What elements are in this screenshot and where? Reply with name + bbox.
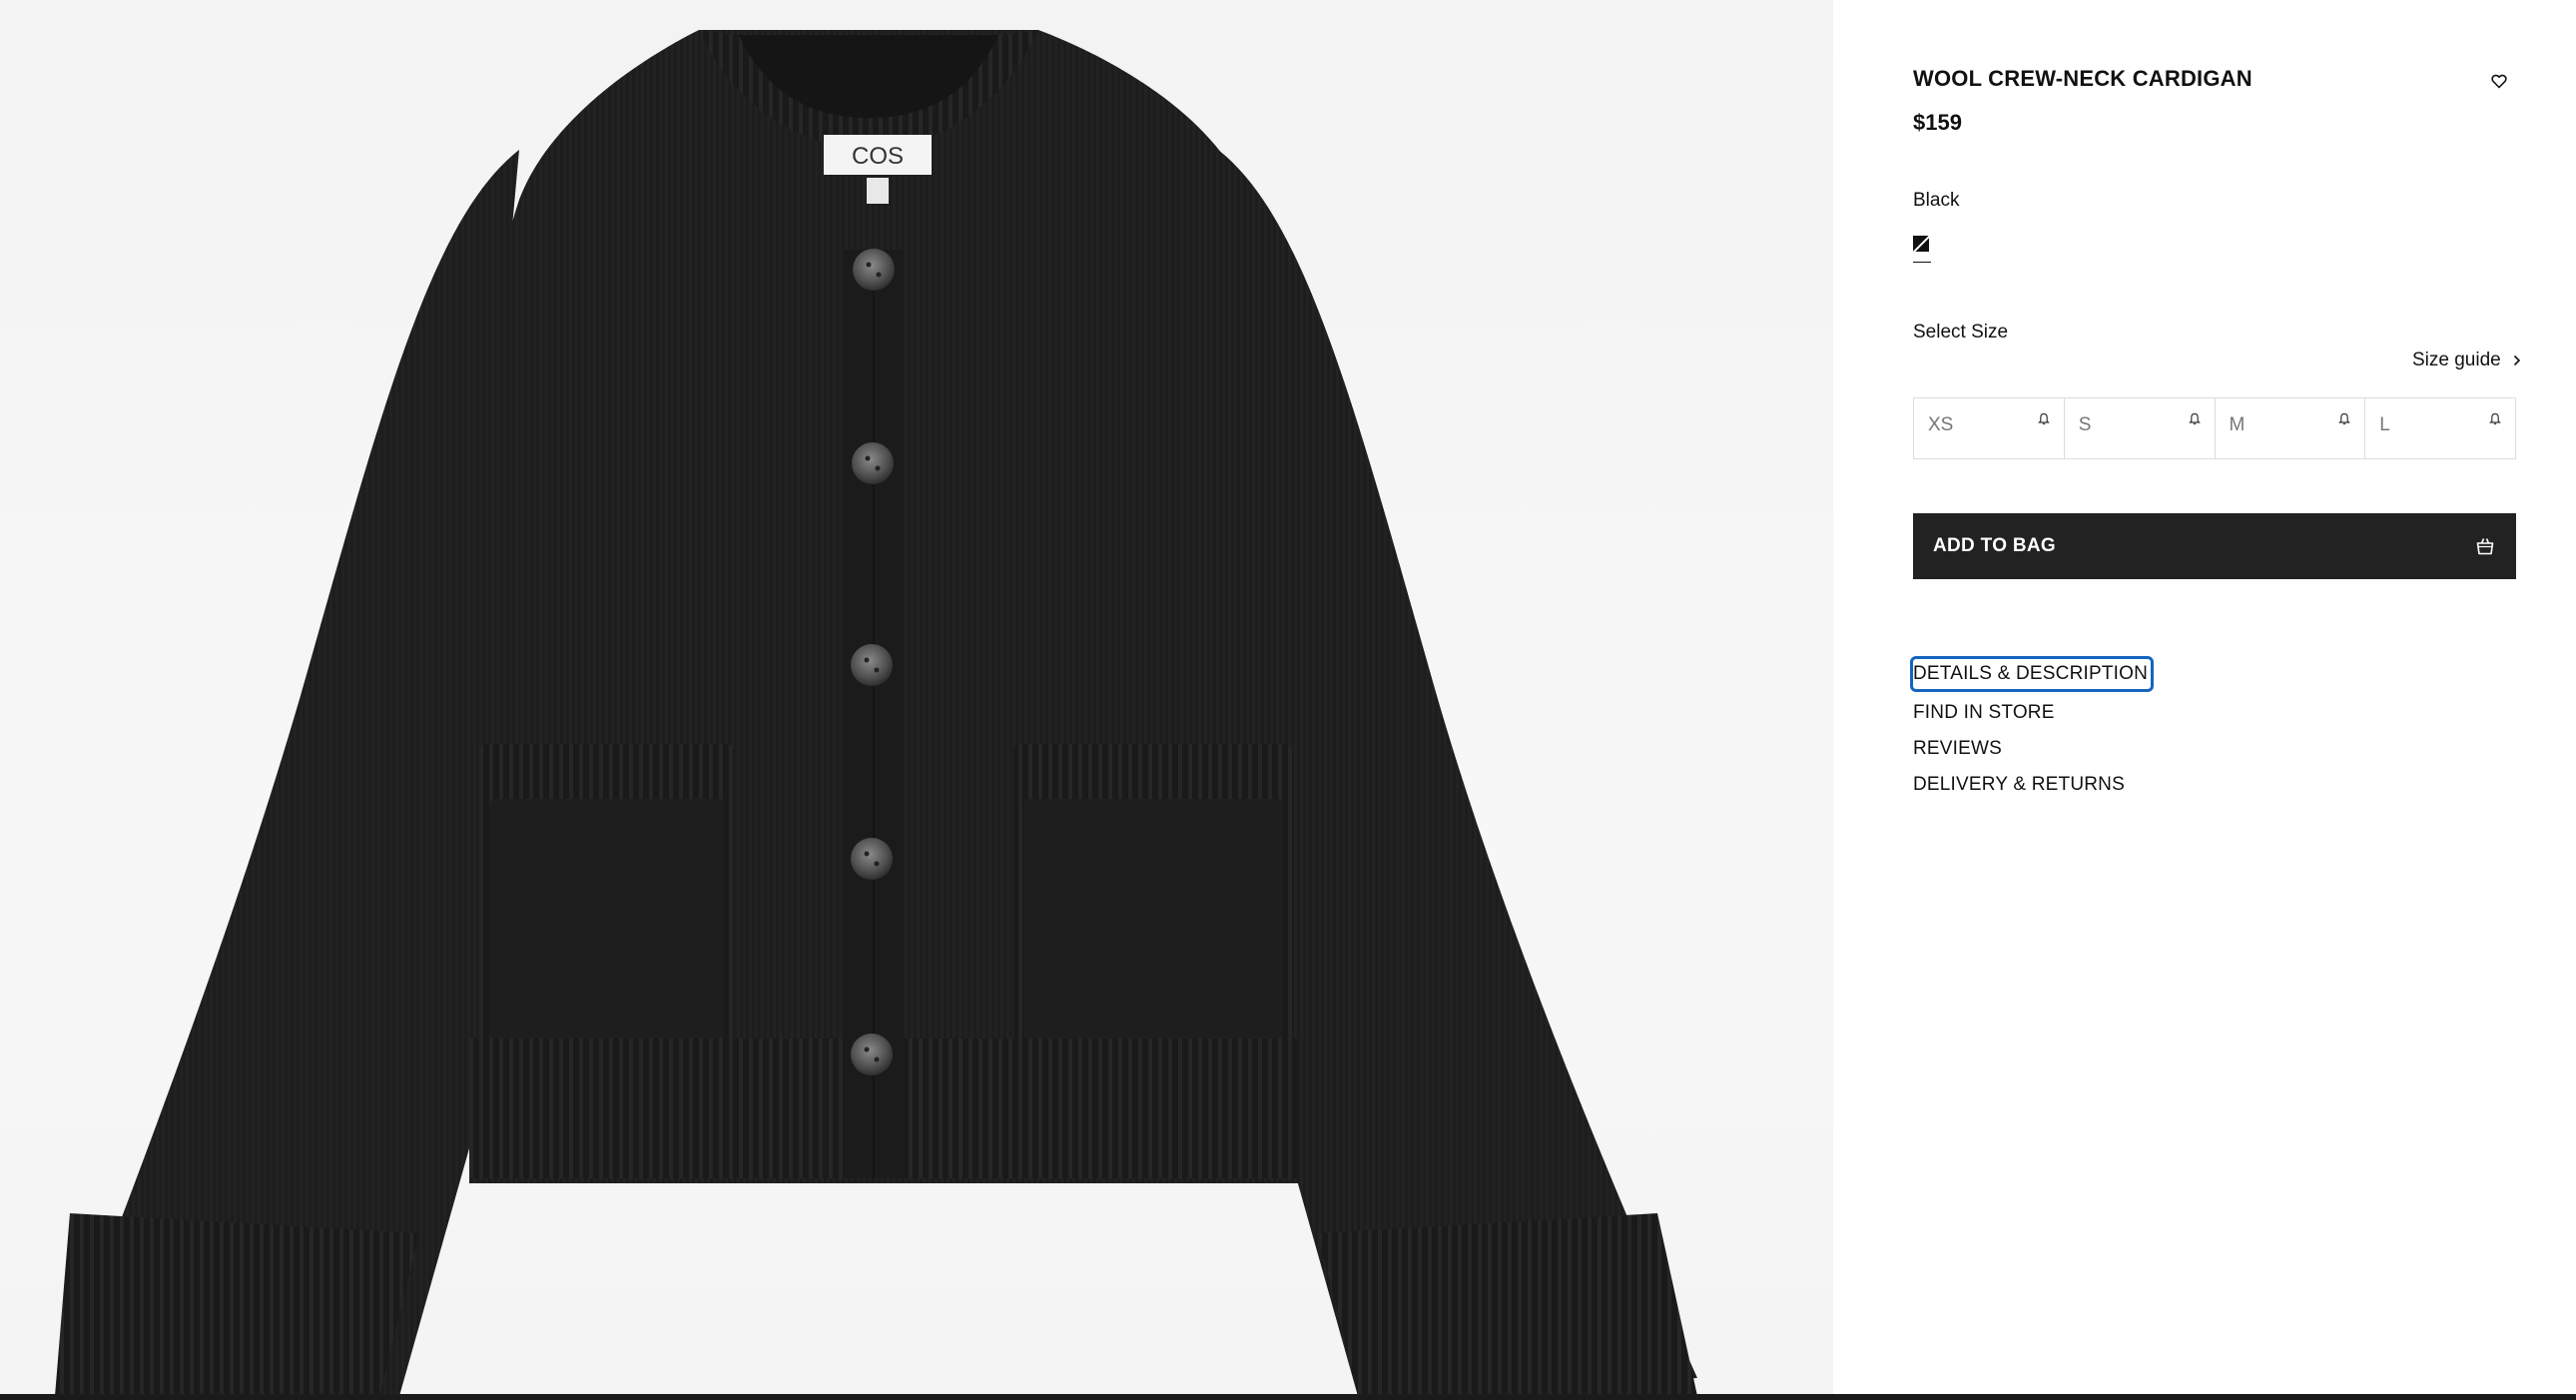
swatch-chip: [1913, 236, 1929, 252]
product-info-panel: WOOL CREW-NECK CARDIGAN $159 Black Selec…: [1833, 0, 2576, 1394]
shopping-bag-icon: [2476, 538, 2494, 555]
size-guide-label: Size guide: [2412, 350, 2501, 370]
size-selector: XS S M L: [1913, 397, 2516, 459]
garment-label-text: COS: [852, 143, 904, 170]
color-swatch-black[interactable]: [1913, 236, 1931, 266]
accordion-delivery-returns[interactable]: DELIVERY & RETURNS: [1913, 767, 2151, 803]
bell-icon: [2489, 412, 2501, 425]
product-title: WOOL CREW-NECK CARDIGAN: [1913, 66, 2253, 91]
selected-color-name: Black: [1913, 190, 1960, 211]
chevron-right-icon: [2513, 354, 2520, 366]
size-guide-link[interactable]: Size guide: [2412, 350, 2521, 371]
bell-icon: [2338, 412, 2351, 425]
size-option-s[interactable]: S: [2063, 397, 2215, 459]
add-to-bag-label: ADD TO BAG: [1933, 535, 2056, 556]
cardigan-illustration: COS: [55, 30, 1697, 1396]
button-5: [851, 1034, 893, 1075]
size-option-label: S: [2078, 414, 2092, 435]
size-option-label: L: [2379, 414, 2390, 435]
button-4: [851, 838, 893, 880]
size-option-l[interactable]: L: [2364, 397, 2516, 459]
accordion-find-in-store[interactable]: FIND IN STORE: [1913, 695, 2151, 731]
select-size-label: Select Size: [1913, 322, 2009, 343]
add-to-bag-button[interactable]: ADD TO BAG: [1913, 513, 2516, 579]
product-page: COS WOOL CREW-NECK CARDIGAN $159 Black S…: [0, 0, 2576, 1400]
size-option-xs[interactable]: XS: [1913, 397, 2064, 459]
size-option-m[interactable]: M: [2214, 397, 2365, 459]
button-1: [853, 249, 895, 291]
button-2: [852, 442, 894, 484]
bell-icon: [2188, 412, 2201, 425]
size-option-label: XS: [1928, 414, 1954, 435]
product-accordion: DETAILS & DESCRIPTION FIND IN STORE REVI…: [1910, 656, 2154, 803]
product-price: $159: [1913, 110, 1962, 135]
wishlist-button[interactable]: [2488, 70, 2510, 92]
bell-icon: [2037, 412, 2050, 425]
size-option-label: M: [2229, 414, 2246, 435]
accordion-reviews[interactable]: REVIEWS: [1913, 731, 2151, 767]
button-3: [851, 644, 893, 686]
bottom-divider: [0, 1394, 2576, 1400]
heart-icon: [2491, 74, 2507, 88]
product-image: COS: [0, 0, 1833, 1396]
accordion-details-description[interactable]: DETAILS & DESCRIPTION: [1910, 656, 2154, 692]
swatch-selected-underline: [1913, 262, 1931, 263]
